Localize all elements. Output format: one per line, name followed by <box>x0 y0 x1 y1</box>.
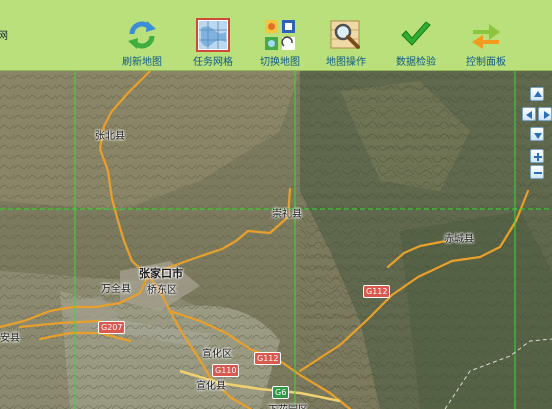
pan-up-icon <box>534 91 542 97</box>
road-shield: G112 <box>254 352 282 365</box>
pan-left-icon <box>526 111 532 119</box>
pan-right-icon <box>544 111 550 119</box>
app-title: 网 <box>0 31 8 42</box>
place-label: 赤城县 <box>444 234 474 245</box>
pan-right-button[interactable] <box>538 107 552 121</box>
pan-left-button[interactable] <box>522 107 536 121</box>
place-label: 下花园区 <box>268 401 308 409</box>
refresh-icon <box>125 18 159 52</box>
place-label: 桥东区 <box>147 285 177 296</box>
refresh-map-label: 刷新地图 <box>122 57 162 68</box>
refresh-map-button[interactable]: 刷新地图 <box>109 14 175 68</box>
place-label: 安县 <box>0 333 20 344</box>
place-label: 张北县 <box>95 131 125 142</box>
switch-map-button[interactable]: 切换地图 <box>247 14 313 68</box>
place-label: 万全县 <box>101 284 131 295</box>
zoom-out-button[interactable] <box>530 165 544 179</box>
place-label: 宣化区 <box>202 349 232 360</box>
map-operation-label: 地图操作 <box>326 57 366 68</box>
road-shield: G112 <box>363 285 391 298</box>
switch-map-icon <box>263 18 297 52</box>
control-panel-label: 控制面板 <box>466 57 506 68</box>
place-label: 崇礼县 <box>272 209 302 220</box>
data-check-label: 数据检验 <box>396 57 436 68</box>
toolbar: 网 刷新地图 任务网格 切换地图 地图操作 数据检验 控制面板 <box>0 0 552 71</box>
zoom-out-icon <box>534 172 542 174</box>
pan-up-button[interactable] <box>530 87 544 101</box>
road-shield: G207 <box>98 321 126 334</box>
road-shield: G6 <box>272 386 290 399</box>
place-label: 宣化县 <box>196 381 226 392</box>
map-operation-button[interactable]: 地图操作 <box>313 14 379 68</box>
checkmark-icon <box>399 18 433 52</box>
task-grid-label: 任务网格 <box>193 57 233 68</box>
pan-down-icon <box>534 133 542 139</box>
switch-map-label: 切换地图 <box>260 57 300 68</box>
swap-arrows-icon <box>469 18 503 52</box>
satellite-map[interactable]: 张北县 崇礼县 赤城县 张家口市 万全县 桥东区 宣化区 宣化县 安县 下花园区… <box>0 71 552 409</box>
control-panel-button[interactable]: 控制面板 <box>453 14 519 68</box>
map-navigation-control <box>521 87 552 187</box>
zoom-in-icon <box>534 153 542 161</box>
data-check-button[interactable]: 数据检验 <box>383 14 449 68</box>
pan-down-button[interactable] <box>530 127 544 141</box>
magnifier-map-icon <box>329 18 363 52</box>
task-grid-button[interactable]: 任务网格 <box>180 14 246 68</box>
road-shield: G110 <box>212 364 240 377</box>
zoom-in-button[interactable] <box>530 149 544 163</box>
place-label: 张家口市 <box>139 267 183 280</box>
grid-map-icon <box>196 18 230 52</box>
